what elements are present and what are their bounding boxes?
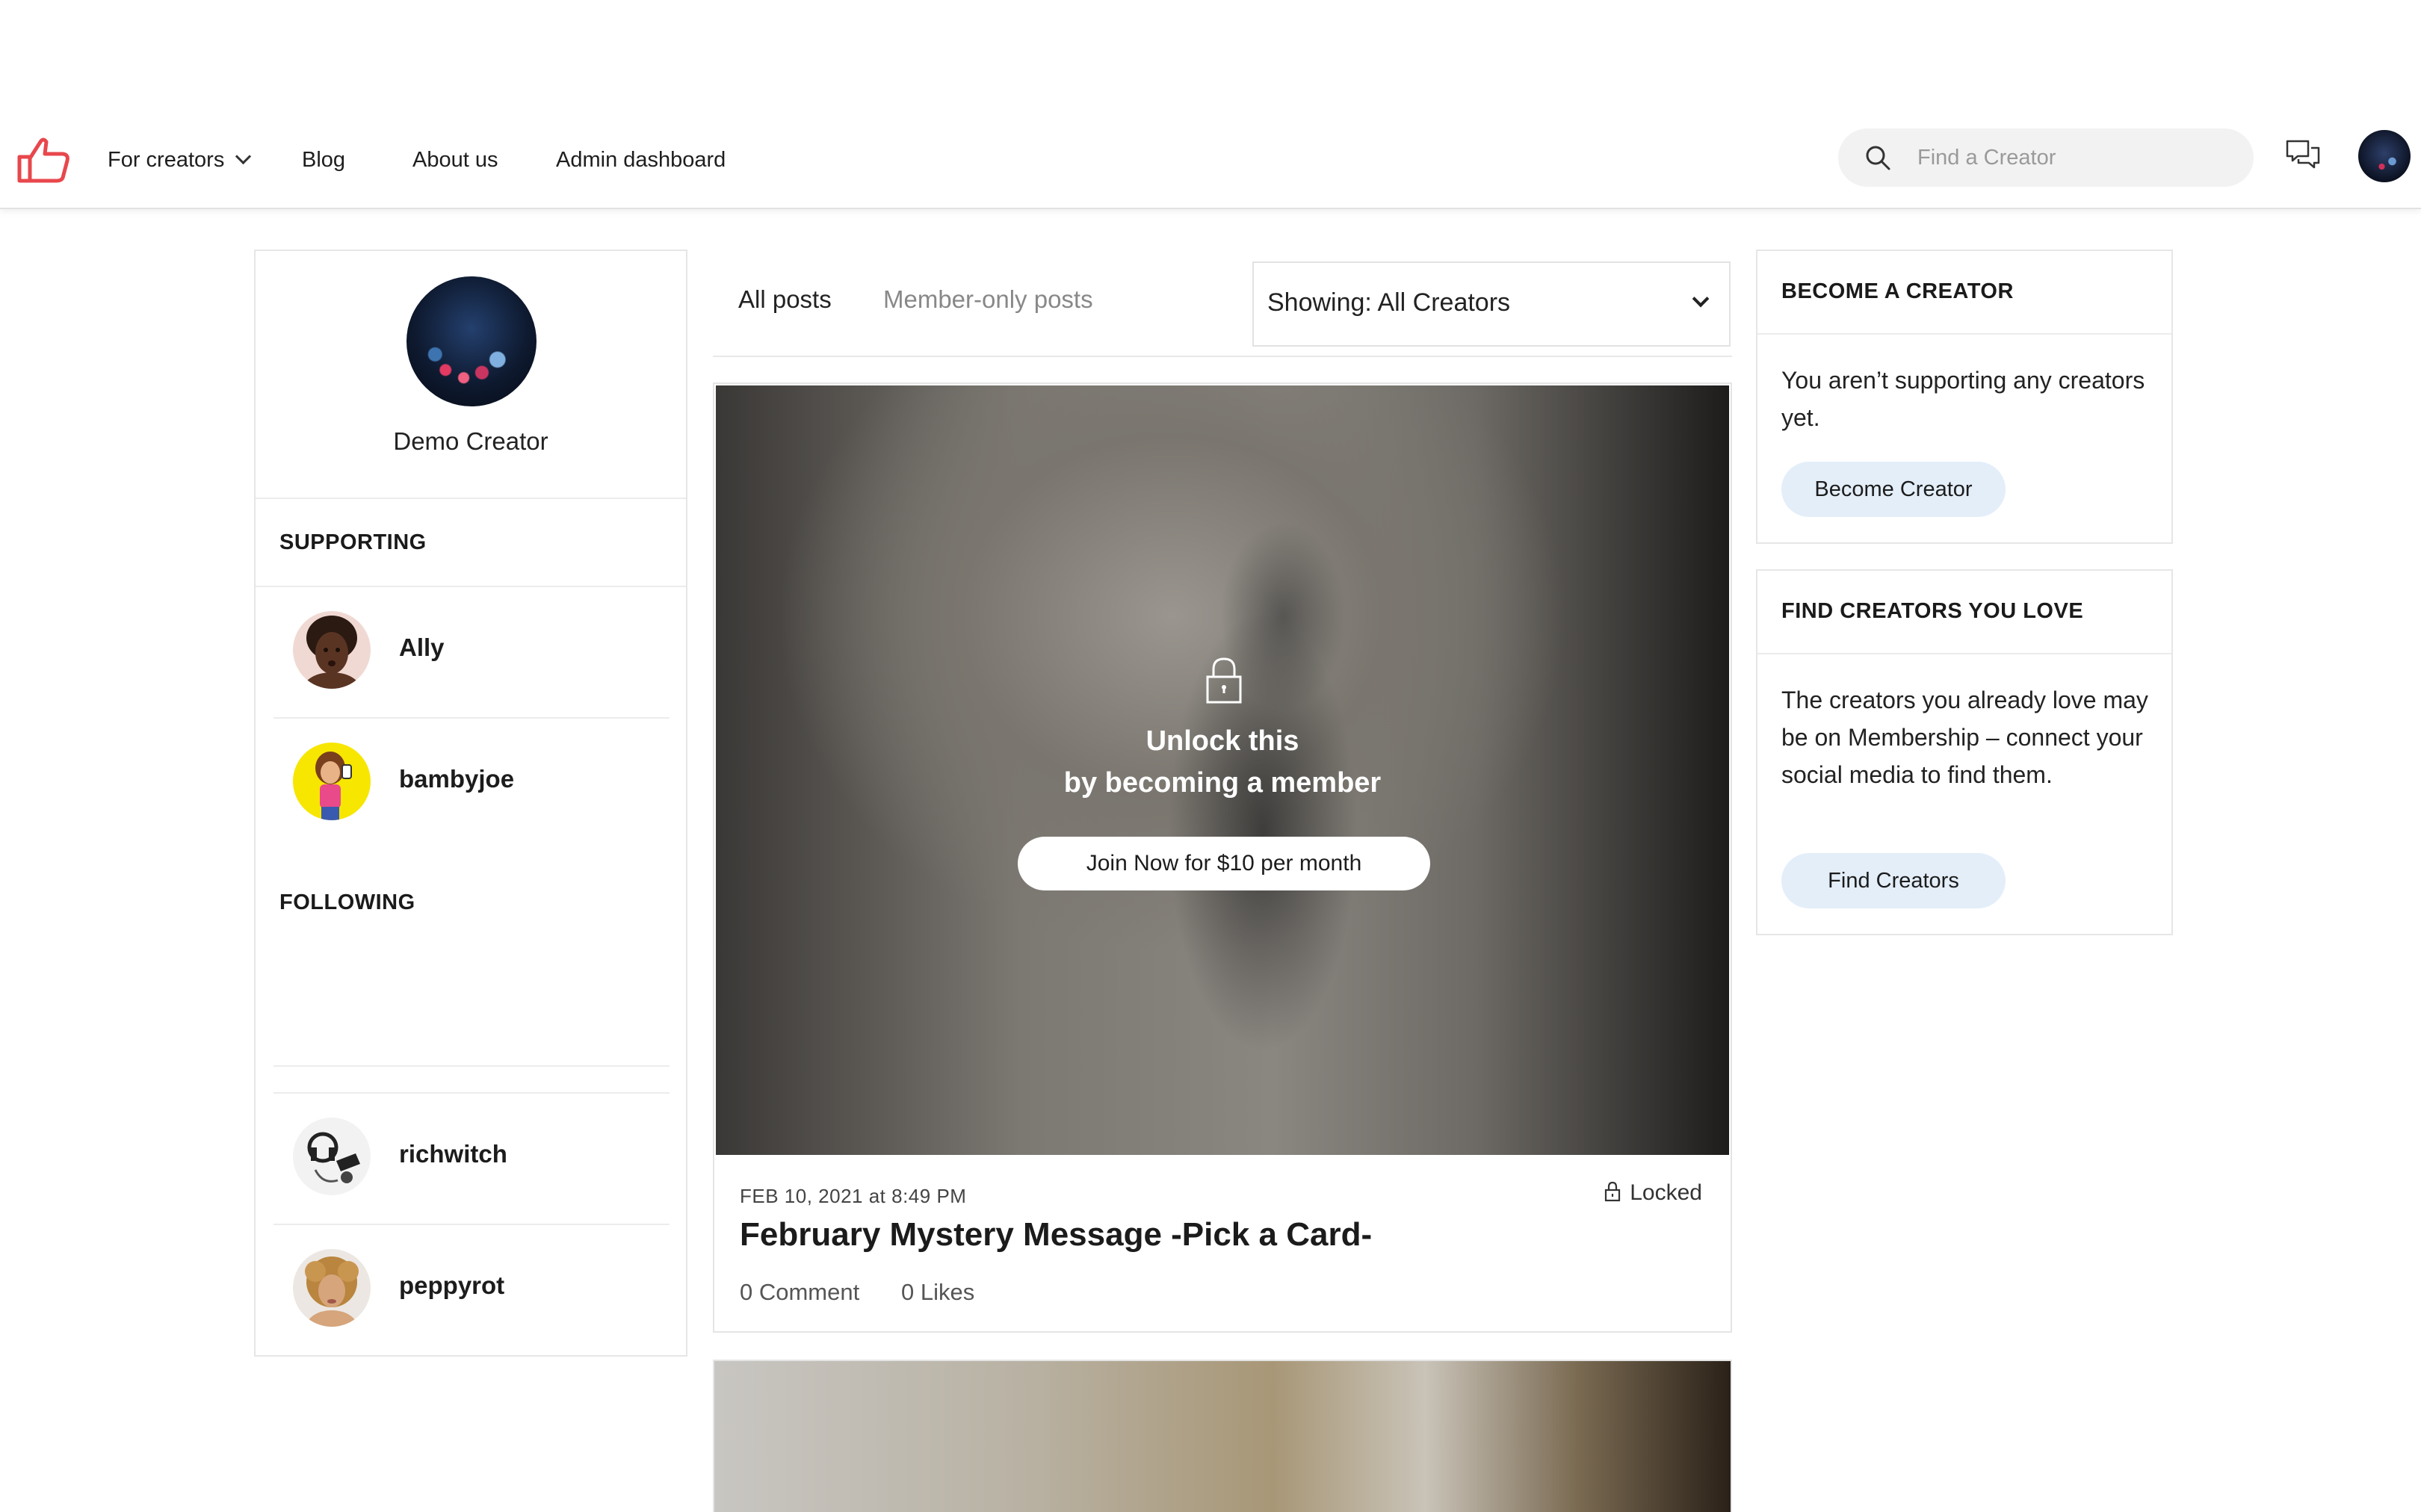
filter-label: Showing: All Creators — [1267, 288, 1511, 317]
profile-avatar[interactable] — [406, 276, 537, 406]
divider — [256, 498, 686, 499]
unlock-line-1: Unlock this — [1145, 725, 1299, 757]
search-box — [1838, 128, 2254, 187]
post-title[interactable]: February Mystery Message -Pick a Card- — [740, 1216, 1372, 1254]
post-likes[interactable]: 0 Likes — [901, 1279, 974, 1306]
post-card: Unlock this by becoming a member Join No… — [713, 382, 1732, 1333]
lock-icon — [1206, 657, 1242, 704]
card-text: You aren’t supporting any creators yet. — [1781, 367, 2145, 431]
card-header: FIND CREATORS YOU LOVE — [1757, 571, 2171, 654]
lock-icon — [1605, 1181, 1621, 1202]
person-name: bambyjoe — [399, 765, 515, 793]
search-icon — [1866, 146, 1890, 170]
find-creators-card: FIND CREATORS YOU LOVE The creators you … — [1756, 569, 2173, 935]
supporting-title: SUPPORTING — [279, 530, 427, 554]
search-input[interactable] — [1917, 140, 2231, 175]
card-title: FIND CREATORS YOU LOVE — [1781, 599, 2084, 623]
next-post-image — [713, 1360, 1732, 1512]
nav-admin-dashboard[interactable]: Admin dashboard — [556, 143, 726, 176]
avatar — [293, 1249, 371, 1327]
person-name: Ally — [399, 633, 445, 661]
nav-for-creators-label: For creators — [108, 148, 225, 172]
avatar — [293, 611, 371, 689]
unlock-message: Unlock this by becoming a member — [716, 720, 1729, 804]
creator-filter-select[interactable]: Showing: All Creators — [1252, 261, 1731, 347]
find-creators-button[interactable]: Find Creators — [1781, 853, 2006, 908]
nav-about-us[interactable]: About us — [412, 143, 498, 176]
profile-name[interactable]: Demo Creator — [256, 427, 686, 456]
tab-all-posts[interactable]: All posts — [738, 285, 832, 314]
card-title: BECOME A CREATOR — [1781, 279, 2014, 303]
post-date: FEB 10, 2021 at 8:49 PM — [740, 1185, 967, 1207]
thumbs-up-logo-icon[interactable] — [15, 131, 72, 188]
chevron-down-icon — [235, 148, 252, 165]
avatar — [293, 743, 371, 820]
messages-icon[interactable] — [2285, 137, 2321, 173]
tab-member-only-posts[interactable]: Member-only posts — [883, 285, 1093, 314]
following-item-peppyrot[interactable]: peppyrot — [273, 1224, 670, 1355]
nav-for-creators[interactable]: For creators — [108, 143, 252, 176]
divider — [273, 1065, 670, 1067]
locked-label: Locked — [1630, 1180, 1702, 1205]
become-creator-button[interactable]: Become Creator — [1781, 462, 2006, 517]
profile-sidebar: Demo Creator SUPPORTING Ally bambyjoe FO… — [254, 250, 687, 1357]
user-avatar[interactable] — [2358, 130, 2411, 182]
following-title: FOLLOWING — [279, 890, 415, 914]
card-header: BECOME A CREATOR — [1757, 251, 2171, 335]
person-name: peppyrot — [399, 1271, 505, 1299]
post-comments[interactable]: 0 Comment — [740, 1279, 859, 1306]
nav-blog[interactable]: Blog — [302, 143, 345, 176]
top-navbar: For creators Blog About us Admin dashboa… — [0, 124, 2421, 209]
locked-post-image: Unlock this by becoming a member Join No… — [716, 385, 1729, 1155]
following-item-richwitch[interactable]: richwitch — [273, 1092, 670, 1224]
become-creator-card: BECOME A CREATOR You aren’t supporting a… — [1756, 250, 2173, 544]
card-text: The creators you already love may be on … — [1781, 687, 2148, 788]
locked-status: Locked — [1604, 1180, 1702, 1206]
avatar — [293, 1118, 371, 1195]
supporting-item-ally[interactable]: Ally — [273, 586, 670, 717]
chevron-down-icon — [1692, 290, 1710, 308]
unlock-line-2: by becoming a member — [1063, 767, 1382, 799]
join-now-button[interactable]: Join Now for $10 per month — [1018, 837, 1430, 890]
person-name: richwitch — [399, 1140, 507, 1168]
supporting-item-bambyjoe[interactable]: bambyjoe — [273, 717, 670, 849]
